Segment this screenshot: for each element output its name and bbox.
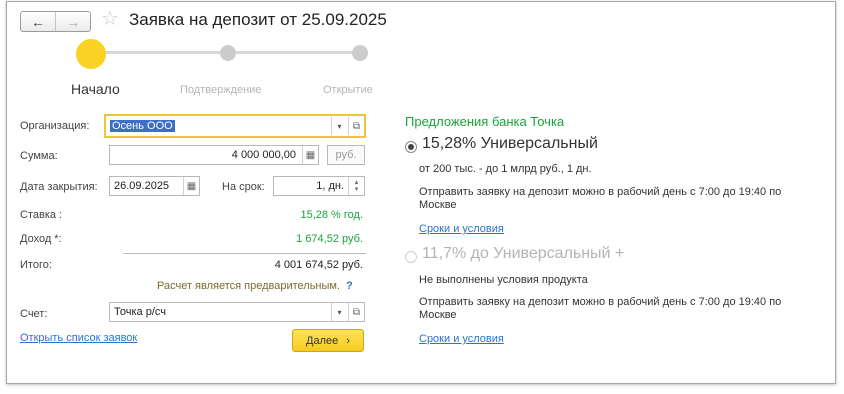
offer-hours-line: Москве bbox=[419, 309, 457, 321]
income-value: 1 674,52 руб. bbox=[296, 233, 363, 245]
calculator-icon: ▦ bbox=[305, 149, 316, 161]
terms-link[interactable]: Сроки и условия bbox=[419, 223, 504, 235]
forward-button[interactable]: → bbox=[55, 12, 90, 31]
term-label: На срок: bbox=[222, 181, 265, 193]
stepper-line bbox=[95, 51, 225, 54]
chevron-down-icon: ▾ bbox=[337, 307, 342, 317]
deposit-request-window: ← → ☆ Заявка на депозит от 25.09.2025 На… bbox=[6, 1, 836, 384]
preliminary-note: Расчет является предварительным.? bbox=[157, 280, 353, 292]
step-indicator bbox=[352, 45, 368, 61]
offer-conditions: Не выполнены условия продукта bbox=[419, 274, 588, 286]
step-indicator-active bbox=[76, 39, 106, 69]
preliminary-note-text: Расчет является предварительным. bbox=[157, 280, 341, 292]
back-button[interactable]: ← bbox=[21, 12, 55, 31]
term-value: 1, дн. bbox=[316, 180, 344, 192]
organization-value: Осень ООО bbox=[110, 120, 175, 132]
total-label: Итого: bbox=[20, 259, 52, 271]
account-value: Точка р/сч bbox=[114, 306, 166, 318]
offer-hours-line: Москве bbox=[419, 199, 457, 211]
offer-radio-universal-plus[interactable] bbox=[405, 251, 417, 263]
sum-value: 4 000 000,00 bbox=[231, 149, 296, 161]
open-requests-list-link[interactable]: Открыть список заявок bbox=[20, 332, 137, 344]
back-arrow-icon: ← bbox=[31, 13, 45, 30]
divider bbox=[123, 253, 366, 254]
spin-down-icon: ▾ bbox=[354, 186, 359, 193]
offer-radio-universal[interactable] bbox=[405, 141, 417, 153]
offers-title: Предложения банка Точка bbox=[405, 114, 565, 129]
step-indicator bbox=[220, 45, 236, 61]
next-button-label: Далее bbox=[306, 334, 339, 347]
account-label: Счет: bbox=[20, 308, 48, 320]
dropdown-button[interactable]: ▾ bbox=[331, 117, 347, 135]
terms-link[interactable]: Сроки и условия bbox=[419, 333, 504, 345]
offer-title-universal[interactable]: 15,28% Универсальный bbox=[422, 135, 598, 153]
navigation-buttons: ← → bbox=[20, 11, 91, 32]
currency-field: руб. bbox=[327, 145, 365, 165]
closing-date-value: 26.09.2025 bbox=[114, 180, 170, 192]
currency-value: руб. bbox=[335, 149, 357, 161]
income-label: Доход *: bbox=[20, 233, 62, 245]
chevron-down-icon: ▾ bbox=[337, 121, 342, 131]
next-button[interactable]: Далее › bbox=[292, 329, 364, 352]
help-icon[interactable]: ? bbox=[346, 280, 353, 292]
offer-hours-line: Отправить заявку на депозит можно в рабо… bbox=[419, 186, 782, 198]
page-title: Заявка на депозит от 25.09.2025 bbox=[129, 10, 387, 29]
open-icon: ⧉ bbox=[352, 120, 361, 132]
offer-title-universal-plus[interactable]: 11,7% до Универсальный + bbox=[422, 245, 624, 263]
calendar-button[interactable]: ▦ bbox=[183, 177, 199, 195]
term-spinner[interactable]: ▴ ▾ bbox=[348, 177, 364, 195]
chevron-right-icon: › bbox=[346, 334, 350, 347]
dropdown-button[interactable]: ▾ bbox=[331, 303, 347, 321]
organization-field[interactable]: Осень ООО ▾ ⧉ bbox=[104, 114, 366, 138]
forward-arrow-icon: → bbox=[66, 13, 80, 30]
step-label-opening: Открытие bbox=[323, 84, 373, 96]
total-value: 4 001 674,52 руб. bbox=[274, 259, 363, 271]
offer-conditions: от 200 тыс. - до 1 млрд руб., 1 дн. bbox=[419, 163, 592, 175]
account-field[interactable]: Точка р/сч ▾ ⧉ bbox=[109, 302, 365, 322]
step-label-confirmation: Подтверждение bbox=[180, 84, 262, 96]
open-icon: ⧉ bbox=[352, 306, 361, 318]
rate-label: Ставка : bbox=[20, 209, 63, 221]
closing-date-label: Дата закрытия: bbox=[20, 181, 98, 193]
organization-label: Организация: bbox=[20, 120, 90, 132]
closing-date-field[interactable]: 26.09.2025 ▦ bbox=[109, 176, 200, 196]
stepper-line bbox=[232, 51, 360, 54]
sum-label: Сумма: bbox=[20, 150, 58, 162]
term-field[interactable]: 1, дн. ▴ ▾ bbox=[273, 176, 365, 196]
open-button[interactable]: ⧉ bbox=[348, 303, 364, 321]
calculator-button[interactable]: ▦ bbox=[302, 146, 318, 164]
favorite-star-icon[interactable]: ☆ bbox=[101, 9, 119, 29]
spin-up-icon: ▴ bbox=[354, 179, 359, 186]
offer-hours-line: Отправить заявку на депозит можно в рабо… bbox=[419, 296, 782, 308]
sum-field[interactable]: 4 000 000,00 ▦ bbox=[109, 145, 319, 165]
calendar-icon: ▦ bbox=[186, 180, 197, 192]
rate-value: 15,28 % год. bbox=[300, 209, 363, 221]
open-button[interactable]: ⧉ bbox=[348, 117, 364, 135]
step-label-start: Начало bbox=[71, 81, 120, 97]
